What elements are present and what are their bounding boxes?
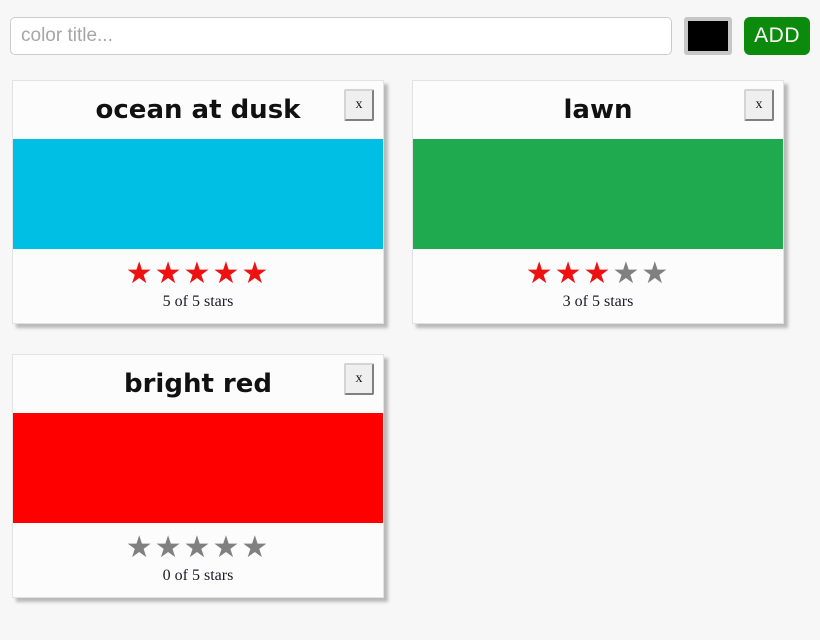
star-icon-5[interactable]: ★ — [641, 259, 670, 289]
add-color-button[interactable]: ADD — [744, 17, 810, 55]
rating-caption: 3 of 5 stars — [562, 293, 634, 310]
card-title: lawn — [563, 95, 633, 125]
color-card: ocean at dusk x ★★★★★ 5 of 5 stars — [12, 80, 384, 324]
star-rating[interactable]: ★★★★★ — [13, 533, 383, 563]
star-icon-1[interactable]: ★ — [126, 259, 155, 289]
card-header: ocean at dusk x — [13, 81, 383, 139]
card-close-button[interactable]: x — [344, 363, 374, 395]
star-icon-3[interactable]: ★ — [584, 259, 613, 289]
color-card: lawn x ★★★★★ 3 of 5 stars — [412, 80, 784, 324]
star-icon-5[interactable]: ★ — [241, 259, 270, 289]
star-icon-2[interactable]: ★ — [155, 533, 184, 563]
star-icon-2[interactable]: ★ — [555, 259, 584, 289]
card-footer: ★★★★★ 5 of 5 stars — [13, 249, 383, 323]
card-title: bright red — [123, 369, 272, 399]
star-rating[interactable]: ★★★★★ — [13, 259, 383, 289]
star-icon-3[interactable]: ★ — [184, 259, 213, 289]
star-icon-4[interactable]: ★ — [212, 259, 241, 289]
card-header: lawn x — [413, 81, 783, 139]
star-icon-5[interactable]: ★ — [241, 533, 270, 563]
color-card-grid: ocean at dusk x ★★★★★ 5 of 5 stars lawn x ★★★★… — [0, 62, 820, 620]
star-rating[interactable]: ★★★★★ — [413, 259, 783, 289]
card-footer: ★★★★★ 3 of 5 stars — [413, 249, 783, 323]
star-icon-3[interactable]: ★ — [184, 533, 213, 563]
card-color-swatch — [13, 413, 383, 523]
card-color-swatch — [413, 139, 783, 249]
card-header: bright red x — [13, 355, 383, 413]
star-icon-1[interactable]: ★ — [126, 533, 155, 563]
add-color-form: ADD — [0, 0, 820, 62]
card-title: ocean at dusk — [95, 95, 301, 125]
card-close-button[interactable]: x — [344, 89, 374, 121]
rating-caption: 0 of 5 stars — [162, 567, 234, 584]
rating-caption: 5 of 5 stars — [162, 293, 234, 310]
star-icon-4[interactable]: ★ — [212, 533, 241, 563]
color-picker-swatch[interactable] — [684, 17, 733, 55]
star-icon-4[interactable]: ★ — [612, 259, 641, 289]
card-footer: ★★★★★ 0 of 5 stars — [13, 523, 383, 597]
color-title-input[interactable] — [10, 17, 673, 55]
color-card: bright red x ★★★★★ 0 of 5 stars — [12, 354, 384, 598]
card-color-swatch — [13, 139, 383, 249]
star-icon-1[interactable]: ★ — [526, 259, 555, 289]
star-icon-2[interactable]: ★ — [155, 259, 184, 289]
card-close-button[interactable]: x — [744, 89, 774, 121]
